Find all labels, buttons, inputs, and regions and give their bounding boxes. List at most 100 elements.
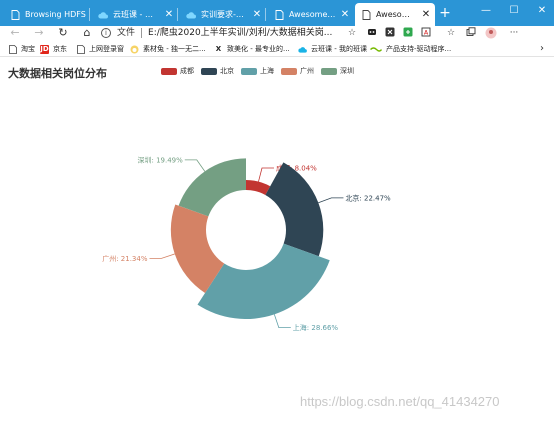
minimize-button[interactable]: — [478, 3, 494, 19]
jd-icon: JD [40, 44, 49, 54]
tab-separator [177, 8, 178, 21]
pie-slice-0[interactable] [246, 180, 271, 195]
bookmark-label: 素材兔 - 独一无二... [143, 45, 206, 53]
more-options-icon[interactable]: ··· [508, 27, 520, 39]
legend-swatch [161, 67, 177, 75]
bookmark-label: 致美化 - 最专业的... [227, 45, 290, 53]
close-window-button[interactable]: ✕ [534, 3, 550, 19]
rose-pie-chart: 成都: 8.04%北京: 22.47%上海: 28.66%广州: 21.34%深… [102, 155, 391, 332]
bookmark-jd[interactable]: JD 京东 [40, 43, 67, 55]
close-icon[interactable]: ✕ [252, 9, 262, 20]
close-icon[interactable]: ✕ [164, 9, 174, 20]
nvidia-icon [370, 45, 382, 54]
slice-data-label: 深圳: 19.49% [137, 155, 183, 164]
label-leader-line [149, 253, 175, 259]
tab-title: 云班课 - 班课资源 [113, 10, 160, 19]
legend-label: 成都 [180, 67, 194, 75]
document-icon [361, 9, 371, 20]
legend-label: 北京 [220, 67, 234, 75]
rabbit-icon [130, 45, 139, 54]
tab-browsing-hdfs[interactable]: Browsing HDFS [4, 3, 90, 26]
label-leader-line [184, 159, 206, 172]
bookmarks-overflow-chevron-icon[interactable]: › [540, 43, 544, 54]
legend-swatch [281, 67, 297, 75]
tab-mosoteach-resources[interactable]: 云班课 - 班课资源 ✕ [92, 3, 178, 26]
tab-separator [265, 8, 266, 21]
maximize-button[interactable]: ☐ [506, 3, 522, 19]
favorites-list-icon[interactable]: ☆ [445, 27, 457, 39]
legend-item-2[interactable]: 上海 [241, 66, 274, 76]
bookmark-label: 京东 [53, 45, 67, 53]
address-divider [141, 28, 143, 38]
tab-awesome-pyecharts-active[interactable]: Awesome-pyecha ✕ [355, 3, 435, 26]
tab-training-requirements[interactable]: 实训要求-大数据... ✕ [180, 3, 266, 26]
profile-avatar-icon[interactable] [485, 27, 497, 39]
chart-title: 大数据相关岗位分布 [8, 68, 107, 80]
address-url: E:/爬虫2020上半年实训/刘利/大数据相关岗... [148, 28, 333, 38]
slice-data-label: 北京: 22.47% [345, 193, 391, 202]
browser-window: Browsing HDFS 云班课 - 班课资源 ✕ 实训要求-大数据... ✕… [0, 0, 554, 422]
bookmark-label: 产品支持-驱动程序... [386, 45, 452, 53]
cloud-icon [186, 10, 196, 20]
reading-view-icon[interactable]: A [420, 27, 432, 39]
address-scheme-label: 文件 [117, 28, 136, 38]
legend-item-0[interactable]: 成都 [161, 66, 194, 76]
bookmark-label: 淘宝 [21, 45, 35, 53]
legend-item-1[interactable]: 北京 [201, 66, 234, 76]
back-button[interactable]: ← [8, 26, 22, 40]
bookmark-taobao[interactable]: 淘宝 [8, 43, 35, 55]
x-logo-icon: X [215, 45, 222, 53]
close-icon[interactable]: ✕ [340, 9, 350, 20]
forward-button[interactable]: → [32, 26, 46, 40]
cloud-icon [98, 10, 108, 20]
legend-item-4[interactable]: 深圳 [321, 66, 354, 76]
legend-item-3[interactable]: 广州 [281, 66, 314, 76]
bookmark-sucaitu[interactable]: 素材兔 - 独一无二... [130, 43, 206, 55]
bookmark-network-login[interactable]: 上网登录窗 [76, 43, 124, 55]
chart-legend: 成都 北京 上海 广州 深圳 [161, 66, 361, 76]
home-button[interactable]: ⌂ [80, 26, 94, 40]
cloud-icon [298, 45, 307, 54]
bookmarks-bar: 淘宝 JD 京东 上网登录窗 素材兔 - 独一无二... X 致美化 - 最专业… [0, 40, 554, 57]
legend-label: 深圳 [340, 67, 354, 75]
pie-slice-1[interactable] [265, 162, 324, 257]
tab-title: Browsing HDFS [25, 10, 86, 19]
extension-bird-icon[interactable] [366, 27, 378, 39]
close-icon[interactable]: ✕ [421, 9, 431, 20]
extension-green-icon[interactable] [402, 27, 414, 39]
tab-separator [89, 8, 90, 21]
refresh-icon: ↻ [58, 26, 68, 39]
watermark-text: https://blog.csdn.net/qq_41434270 [300, 394, 500, 409]
forward-arrow-icon: → [34, 26, 44, 39]
svg-text:A: A [424, 29, 429, 36]
bookmark-nvidia-support[interactable]: 产品支持-驱动程序... [370, 43, 451, 55]
bookmark-label: 上网登录窗 [89, 45, 124, 53]
bookmark-zhimeihua[interactable]: X 致美化 - 最专业的... [214, 43, 290, 55]
legend-label: 上海 [260, 67, 274, 75]
legend-swatch [321, 67, 337, 75]
tab-title: 实训要求-大数据... [201, 10, 248, 19]
extension-x-icon[interactable] [384, 27, 396, 39]
tab-awesome-pyecharts-1[interactable]: Awesome-pyecha ✕ [268, 3, 354, 26]
new-tab-button[interactable]: + [437, 5, 453, 21]
label-leader-line [318, 197, 344, 204]
info-icon[interactable]: i [101, 28, 111, 38]
label-leader-line [258, 167, 274, 182]
document-icon [10, 9, 20, 20]
legend-swatch [241, 67, 257, 75]
pie-slice-2[interactable] [197, 243, 330, 319]
address-bar[interactable]: i 文件 E:/爬虫2020上半年实训/刘利/大数据相关岗... [101, 26, 341, 40]
document-icon [8, 44, 17, 54]
document-icon [274, 9, 284, 20]
bookmark-label: 云班课 - 我的班课 [311, 45, 367, 53]
pie-slice-4[interactable] [178, 158, 246, 217]
refresh-button[interactable]: ↻ [56, 26, 70, 40]
collections-icon[interactable] [465, 27, 477, 39]
bookmark-mosoteach-classes[interactable]: 云班课 - 我的班课 [298, 43, 367, 55]
tab-strip: Browsing HDFS 云班课 - 班课资源 ✕ 实训要求-大数据... ✕… [0, 0, 554, 26]
favorite-star-icon[interactable]: ☆ [346, 27, 358, 39]
home-icon: ⌂ [83, 26, 91, 39]
back-arrow-icon: ← [10, 26, 20, 39]
document-icon [76, 44, 85, 54]
slice-data-label: 上海: 28.66% [293, 323, 339, 332]
